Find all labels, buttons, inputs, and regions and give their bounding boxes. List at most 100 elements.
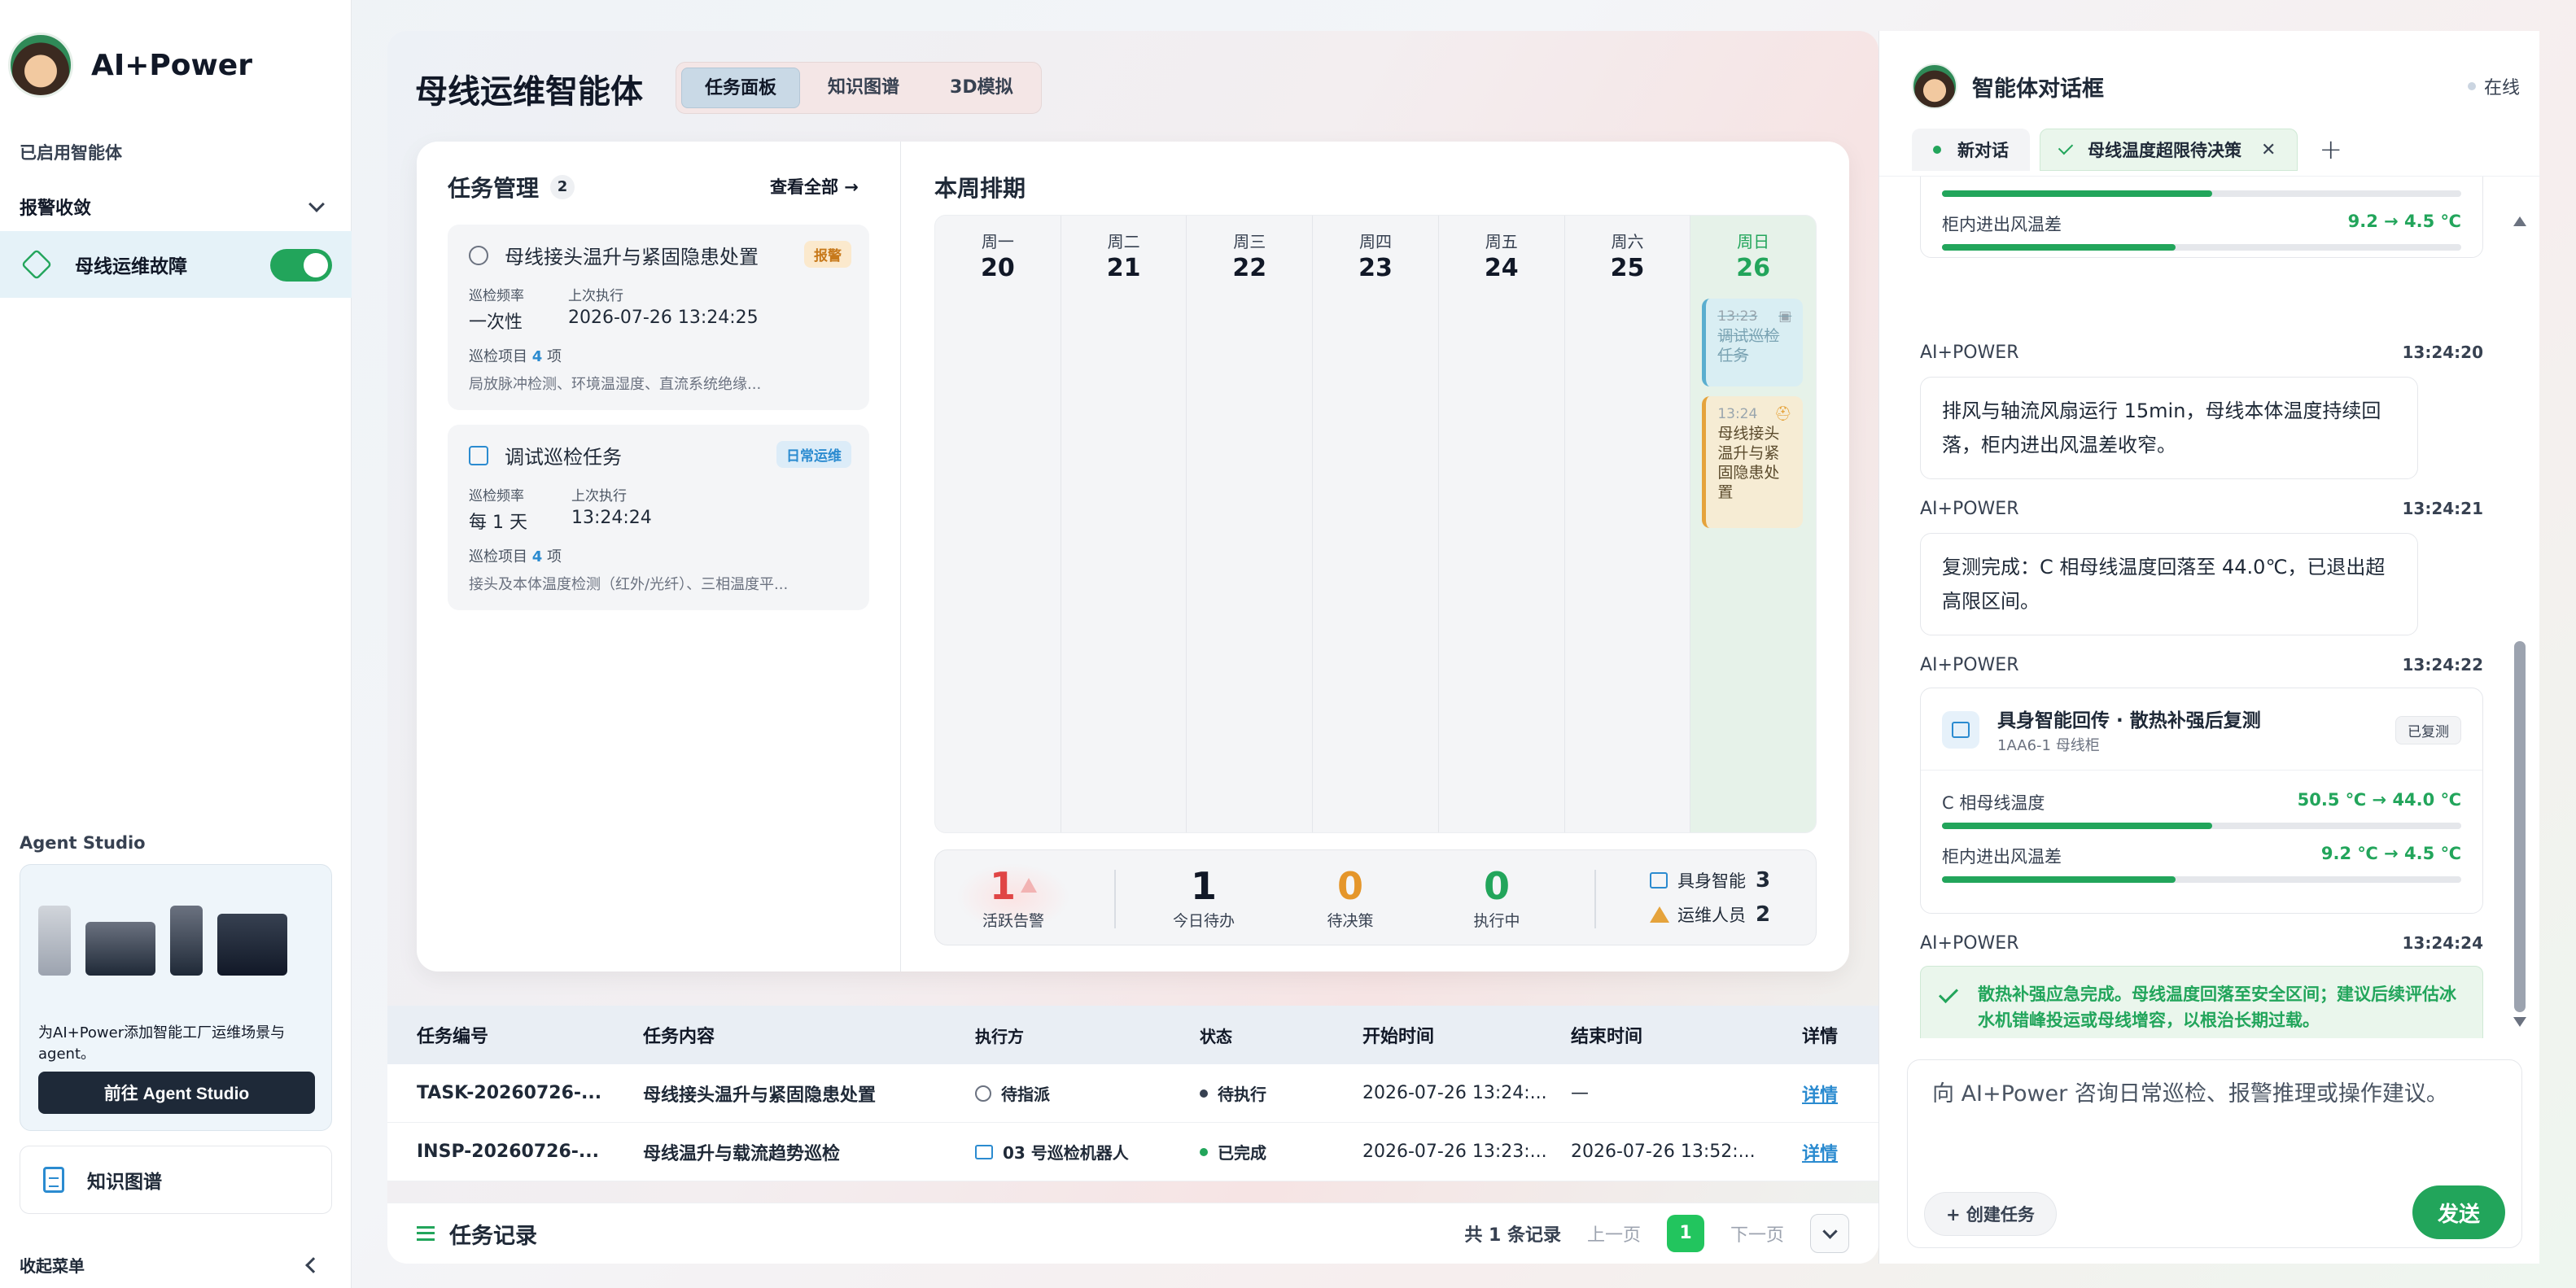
chat-input[interactable] xyxy=(1932,1081,2494,1107)
status-dot xyxy=(2467,82,2476,90)
task-card-meta: 巡检频率 一次性 上次执行 2026-07-26 13:24:25 xyxy=(469,284,848,334)
col-header: 任务编号 xyxy=(417,1027,489,1047)
stat-pending-decision[interactable]: 0 待决策 xyxy=(1301,863,1399,931)
chat-panel: 智能体对话框 在线 新对话 母线温度超限待决策 ✕ + 柜内进出风温差 9.2 … xyxy=(1878,31,2540,1264)
alarm-tag: 报警 xyxy=(804,241,851,268)
enabled-agents-caption: 已启用智能体 xyxy=(20,143,122,163)
agent-studio-title: Agent Studio xyxy=(20,833,146,853)
day-number: 22 xyxy=(1232,254,1267,282)
sidebar-group-label: 报警收敛 xyxy=(20,199,92,219)
calendar-day[interactable]: 周四 23 xyxy=(1313,216,1439,832)
go-agent-studio-button[interactable]: 前往 Agent Studio xyxy=(38,1072,315,1114)
page-number-button[interactable]: 1 xyxy=(1666,1215,1704,1252)
task-card[interactable]: 调试巡检任务 日常运维 巡检频率 每 1 天 上次执行 13:24:24 巡检项… xyxy=(448,425,869,610)
items-count: 4 xyxy=(531,348,543,365)
metric-card: 柜内进出风温差 9.2 → 4.5 ℃ xyxy=(1920,177,2483,258)
tab-knowledge-graph[interactable]: 知识图谱 xyxy=(805,68,922,108)
calendar-day[interactable]: 周三 22 xyxy=(1187,216,1314,832)
frequency-value: 一次性 xyxy=(469,312,523,333)
calendar-event[interactable]: 13:24 ⛑ 母线接头温升与紧固隐患处置 xyxy=(1702,396,1804,528)
chat-scrollbar[interactable] xyxy=(2513,194,2526,1027)
report-title: 具身智能回传 · 散热补强后复测 1AA6-1 母线柜 xyxy=(1997,705,2261,755)
metric-label: C 相母线温度 xyxy=(1942,793,2045,813)
message-time: 13:24:21 xyxy=(2402,499,2484,518)
agent-toggle[interactable] xyxy=(270,249,332,282)
message-time: 13:24:20 xyxy=(2402,343,2484,362)
metric-label: 柜内进出风温差 xyxy=(1942,847,2062,867)
task-items-count: 巡检项目 4 项 xyxy=(469,545,848,566)
tab-new-chat[interactable]: 新对话 xyxy=(1912,129,2030,171)
week-schedule-title: 本周排期 xyxy=(934,175,1026,202)
frequency-label: 巡检频率 xyxy=(469,488,524,504)
chat-messages[interactable]: 柜内进出风温差 9.2 → 4.5 ℃ AI+POWER 13:24:20 排风… xyxy=(1879,176,2540,1038)
sidebar-item-busbar-fault[interactable]: 母线运维故障 xyxy=(0,231,352,298)
message-sender-row: AI+POWER 13:24:22 xyxy=(1920,655,2483,675)
stat-value-row: 1 xyxy=(956,863,1070,909)
task-items-desc: 接头及本体温度检测（红外/光纤）、三相温度平... xyxy=(469,576,789,593)
task-last-run: 上次执行 13:24:24 xyxy=(571,484,652,534)
worker-icon xyxy=(1650,906,1669,923)
task-card[interactable]: 母线接头温升与紧固隐患处置 报警 巡检频率 一次性 上次执行 2026-07-2… xyxy=(448,225,869,410)
prev-page-button[interactable]: 上一页 xyxy=(1587,1220,1641,1247)
detail-link[interactable]: 详情 xyxy=(1802,1144,1838,1164)
send-button[interactable]: 发送 xyxy=(2412,1185,2505,1239)
col-header: 详情 xyxy=(1802,1027,1839,1047)
main-panel: 母线运维智能体 任务面板 知识图谱 3D模拟 任务管理 2 查看全部 → 母线接… xyxy=(387,31,1878,1264)
add-tab-icon[interactable]: + xyxy=(2319,133,2342,166)
create-task-button[interactable]: + 创建任务 xyxy=(1924,1192,2057,1236)
message-bubble: 排风与轴流风扇运行 15min，母线本体温度持续回落，柜内进出风温差收窄。 xyxy=(1920,377,2418,479)
message-sender-row: AI+POWER 13:24:24 xyxy=(1920,933,2483,954)
page-size-dropdown[interactable] xyxy=(1810,1214,1849,1253)
progress-fill xyxy=(1942,244,2176,251)
person-icon xyxy=(975,1085,991,1102)
agent-avatar xyxy=(1912,63,1957,109)
calendar-day[interactable]: 周一 20 xyxy=(935,216,1061,832)
stat-running[interactable]: 0 执行中 xyxy=(1448,863,1546,931)
knowledge-graph-label: 知识图谱 xyxy=(87,1172,162,1193)
robot-icon xyxy=(975,1144,993,1159)
task-last-run: 上次执行 2026-07-26 13:24:25 xyxy=(568,284,759,334)
sidebar-item-knowledge-graph[interactable]: 知识图谱 xyxy=(20,1146,332,1214)
close-icon[interactable]: ✕ xyxy=(2261,140,2276,160)
pagination: 共 1 条记录 上一页 1 下一页 xyxy=(1464,1214,1849,1253)
robot-icon xyxy=(469,445,488,465)
collapse-menu-button[interactable]: 收起菜单 xyxy=(20,1253,332,1277)
calendar-day[interactable]: 周五 24 xyxy=(1439,216,1565,832)
scroll-down-icon[interactable] xyxy=(2513,1017,2526,1027)
sidebar: AI+Power 已启用智能体 报警收敛 母线运维故障 Agent Studio… xyxy=(0,0,352,1288)
next-page-button[interactable]: 下一页 xyxy=(1730,1220,1784,1247)
detail-link[interactable]: 详情 xyxy=(1802,1085,1838,1106)
items-prefix: 巡检项目 xyxy=(469,548,527,565)
scroll-up-icon[interactable] xyxy=(2513,216,2526,226)
calendar-day[interactable]: 周二 21 xyxy=(1061,216,1187,832)
stat-today-todo[interactable]: 1 今日待办 xyxy=(1155,863,1253,931)
stat-active-alerts[interactable]: 1 活跃告警 xyxy=(956,863,1070,931)
sender-name: AI+POWER xyxy=(1920,655,2019,675)
tab-busbar-overtemp[interactable]: 母线温度超限待决策 ✕ xyxy=(2040,129,2298,171)
week-calendar: 周一 20 周二 21 周三 22 周四 23 周五 24 周六 25 周日 2… xyxy=(934,215,1817,833)
metric-line: 柜内进出风温差 9.2 ℃ → 4.5 ℃ xyxy=(1942,844,2461,868)
stat-label: 运维人员 xyxy=(1677,906,1746,925)
retested-tag: 已复测 xyxy=(2395,715,2461,744)
record-total: 共 1 条记录 xyxy=(1464,1225,1561,1246)
tab-3d-simulation[interactable]: 3D模拟 xyxy=(927,68,1036,108)
chevron-down-icon xyxy=(308,196,325,212)
calendar-event-completed[interactable]: 13:23 ▣ 调试巡检任务 xyxy=(1702,299,1804,386)
table-row[interactable]: INSP-20260726-... 母线温升与载流趋势巡检 03 号巡检机器人 … xyxy=(387,1123,1878,1181)
stat-value: 1 xyxy=(1190,864,1217,908)
scroll-thumb[interactable] xyxy=(2514,641,2526,1012)
status-label: 在线 xyxy=(2483,78,2520,98)
message-sender-row: AI+POWER 13:24:20 xyxy=(1920,343,2483,363)
progress-bar xyxy=(1942,876,2461,883)
robot-icon xyxy=(1650,872,1668,889)
task-executor: 03 号巡检机器人 xyxy=(975,1140,1200,1164)
calendar-day[interactable]: 周六 25 xyxy=(1565,216,1691,832)
calendar-day-today[interactable]: 周日 26 13:23 ▣ 调试巡检任务 13:24 ⛑ 母线接头温升与紧固隐患… xyxy=(1690,216,1816,832)
last-run-value: 2026-07-26 13:24:25 xyxy=(568,308,759,328)
table-row[interactable]: TASK-20260726-... 母线接头温升与紧固隐患处置 待指派 待执行 … xyxy=(387,1064,1878,1123)
tab-task-panel[interactable]: 任务面板 xyxy=(681,68,801,108)
task-count-badge: 2 xyxy=(550,175,575,199)
stat-value: 3 xyxy=(1756,868,1771,893)
view-all-link[interactable]: 查看全部 → xyxy=(770,174,859,199)
sidebar-group-alarm-convergence[interactable]: 报警收敛 xyxy=(20,192,332,221)
